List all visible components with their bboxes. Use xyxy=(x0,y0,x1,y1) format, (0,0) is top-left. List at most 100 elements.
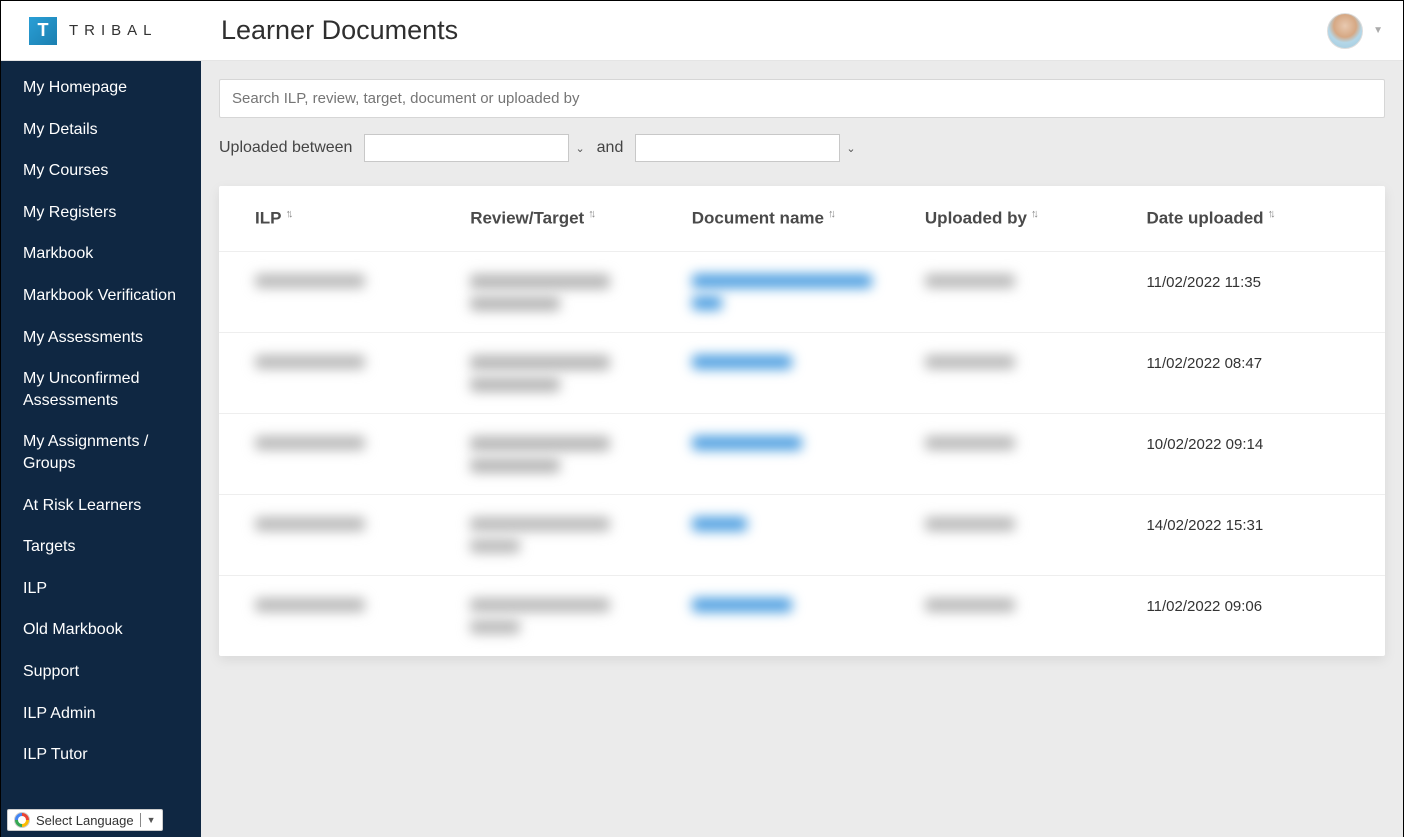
redacted-link[interactable] xyxy=(470,458,560,472)
sidebar-item-label: Support xyxy=(23,663,79,680)
table-row: 11/02/2022 09:06 xyxy=(219,575,1385,656)
cell-uploaded-by xyxy=(907,575,1129,656)
col-label: Date uploaded xyxy=(1146,209,1263,228)
cell-document-name xyxy=(674,575,907,656)
redacted-link[interactable] xyxy=(692,598,792,612)
col-label: Uploaded by xyxy=(925,209,1027,228)
cell-date-uploaded: 11/02/2022 09:06 xyxy=(1128,575,1385,656)
column-header-uploaded-by[interactable]: Uploaded by↑↓ xyxy=(907,186,1129,251)
sidebar-item-my-assessments[interactable]: My Assessments xyxy=(1,317,201,359)
column-header-ilp[interactable]: ILP↑↓ xyxy=(219,186,452,251)
sidebar-item-label: Targets xyxy=(23,538,75,555)
avatar[interactable] xyxy=(1327,13,1363,49)
redacted-link[interactable] xyxy=(692,436,802,450)
sidebar-item-my-courses[interactable]: My Courses xyxy=(1,150,201,192)
redacted-link[interactable] xyxy=(692,274,872,288)
redacted-text xyxy=(470,620,520,634)
redacted-text xyxy=(255,355,365,369)
table-row: 10/02/2022 09:14 xyxy=(219,413,1385,494)
redacted-text xyxy=(925,598,1015,612)
user-menu-caret-icon[interactable]: ▼ xyxy=(1373,25,1383,36)
redacted-link[interactable] xyxy=(470,436,610,450)
sidebar-item-at-risk-learners[interactable]: At Risk Learners xyxy=(1,485,201,527)
cell-document-name xyxy=(674,494,907,575)
cell-review-target xyxy=(452,413,674,494)
sidebar-item-markbook-verification[interactable]: Markbook Verification xyxy=(1,275,201,317)
cell-review-target xyxy=(452,251,674,332)
column-header-date-uploaded[interactable]: Date uploaded↑↓ xyxy=(1128,186,1385,251)
col-label: ILP xyxy=(255,209,281,228)
sidebar-item-label: My Assignments / Groups xyxy=(23,433,148,472)
sidebar-item-label: Markbook Verification xyxy=(23,287,176,304)
redacted-text xyxy=(925,517,1015,531)
redacted-link[interactable] xyxy=(470,355,610,369)
documents-table: ILP↑↓ Review/Target↑↓ Document name↑↓ Up… xyxy=(219,186,1385,656)
cell-date-uploaded: 14/02/2022 15:31 xyxy=(1128,494,1385,575)
redacted-link[interactable] xyxy=(470,274,610,288)
date-from-input[interactable] xyxy=(364,134,569,162)
cell-date-uploaded: 10/02/2022 09:14 xyxy=(1128,413,1385,494)
redacted-link[interactable] xyxy=(692,517,747,531)
uploaded-between-label: Uploaded between xyxy=(219,139,352,157)
chevron-down-icon: ▼ xyxy=(147,815,156,825)
sidebar-item-label: My Registers xyxy=(23,204,116,221)
cell-ilp xyxy=(219,575,452,656)
redacted-text xyxy=(255,274,365,288)
sidebar-item-ilp[interactable]: ILP xyxy=(1,568,201,610)
date-filter-row: Uploaded between ⌄ and ⌄ xyxy=(219,134,1385,162)
sidebar-item-my-registers[interactable]: My Registers xyxy=(1,192,201,234)
cell-uploaded-by xyxy=(907,332,1129,413)
chevron-down-icon[interactable]: ⌄ xyxy=(846,142,855,155)
redacted-link[interactable] xyxy=(470,296,560,310)
redacted-link[interactable] xyxy=(692,296,722,310)
chevron-down-icon[interactable]: ⌄ xyxy=(575,142,584,155)
sidebar-item-label: At Risk Learners xyxy=(23,497,141,514)
sidebar-item-targets[interactable]: Targets xyxy=(1,526,201,568)
redacted-text xyxy=(255,517,365,531)
sidebar-item-label: My Courses xyxy=(23,162,108,179)
sidebar-item-support[interactable]: Support xyxy=(1,651,201,693)
logo-icon[interactable]: T xyxy=(29,17,57,45)
sidebar-item-ilp-admin[interactable]: ILP Admin xyxy=(1,693,201,735)
sidebar-item-markbook[interactable]: Markbook xyxy=(1,233,201,275)
cell-document-name xyxy=(674,413,907,494)
header: T TRIBAL Learner Documents ▼ xyxy=(1,1,1403,61)
sidebar-item-label: My Details xyxy=(23,121,98,138)
redacted-text xyxy=(470,598,610,612)
sidebar-item-label: Old Markbook xyxy=(23,621,123,638)
cell-ilp xyxy=(219,251,452,332)
language-label: Select Language xyxy=(36,813,134,828)
sidebar-item-my-unconfirmed-assessments[interactable]: My Unconfirmed Assessments xyxy=(1,358,201,421)
cell-ilp xyxy=(219,332,452,413)
sidebar-item-ilp-tutor[interactable]: ILP Tutor xyxy=(1,734,201,776)
sidebar-item-my-homepage[interactable]: My Homepage xyxy=(1,67,201,109)
sidebar-item-old-markbook[interactable]: Old Markbook xyxy=(1,609,201,651)
sidebar: My Homepage My Details My Courses My Reg… xyxy=(1,61,201,837)
and-label: and xyxy=(597,139,624,157)
google-translate-icon xyxy=(14,812,30,828)
language-selector[interactable]: Select Language ▼ xyxy=(7,809,163,831)
cell-review-target xyxy=(452,332,674,413)
table-row: 11/02/2022 11:35 xyxy=(219,251,1385,332)
cell-review-target xyxy=(452,494,674,575)
logo-area: T TRIBAL xyxy=(1,17,201,45)
sidebar-item-my-assignments-groups[interactable]: My Assignments / Groups xyxy=(1,421,201,484)
redacted-link[interactable] xyxy=(470,377,560,391)
redacted-text xyxy=(255,436,365,450)
sidebar-item-label: ILP Admin xyxy=(23,705,96,722)
sidebar-item-my-details[interactable]: My Details xyxy=(1,109,201,151)
search-input[interactable] xyxy=(219,79,1385,118)
column-header-review-target[interactable]: Review/Target↑↓ xyxy=(452,186,674,251)
cell-ilp xyxy=(219,494,452,575)
column-header-document-name[interactable]: Document name↑↓ xyxy=(674,186,907,251)
redacted-text xyxy=(470,539,520,553)
sidebar-item-label: ILP xyxy=(23,580,47,597)
redacted-text xyxy=(255,598,365,612)
date-to-input[interactable] xyxy=(635,134,840,162)
cell-date-uploaded: 11/02/2022 08:47 xyxy=(1128,332,1385,413)
col-label: Review/Target xyxy=(470,209,584,228)
redacted-link[interactable] xyxy=(692,355,792,369)
table-row: 14/02/2022 15:31 xyxy=(219,494,1385,575)
sidebar-item-label: My Unconfirmed Assessments xyxy=(23,370,139,409)
documents-table-card: ILP↑↓ Review/Target↑↓ Document name↑↓ Up… xyxy=(219,186,1385,656)
